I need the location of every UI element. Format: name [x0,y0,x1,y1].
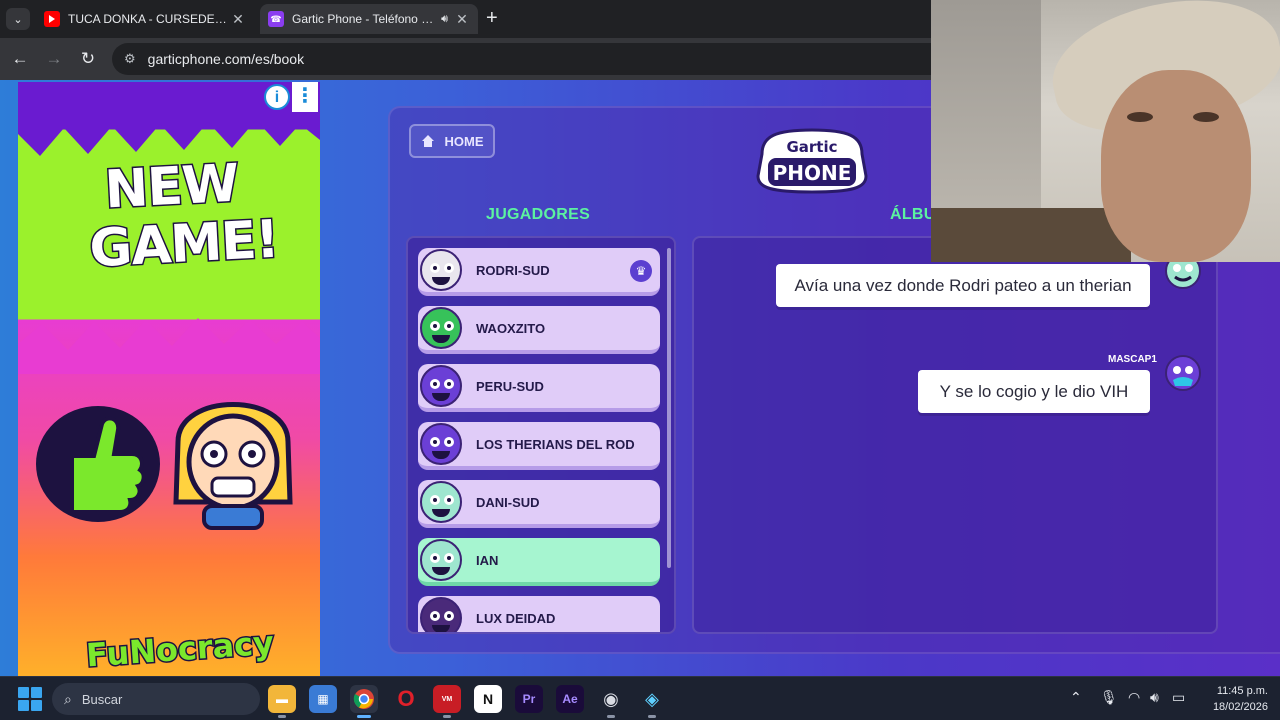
file-explorer-icon[interactable]: ▬ [268,685,296,718]
taskbar-search[interactable]: ⌕ Buscar [52,683,260,715]
premiere-pro-icon[interactable]: Pr [515,685,543,713]
webcam-eye [1127,112,1153,122]
webcam-eye [1193,112,1219,122]
ad-brand-logo: FuNocracy [83,622,276,676]
opera-icon[interactable]: O [392,685,420,713]
chrome-icon[interactable] [350,685,378,718]
close-tab-icon[interactable]: ✕ [230,11,246,28]
home-button[interactable]: HOME [409,124,495,158]
player-name: WAOXZITO [476,320,546,336]
ad-headline-line1: NEW [102,152,241,222]
battery-icon[interactable]: ▭ [1172,689,1185,706]
player-card-current[interactable]: IAN [418,538,660,586]
message-bubble: Avía una vez donde Rodri pateo a un ther… [776,264,1150,307]
taskbar-search-placeholder: Buscar [81,691,123,707]
player-card[interactable]: RODRI-SUD ♛ [418,248,660,296]
speaker-icon[interactable]: 🔊︎ [441,13,448,26]
home-icon [421,135,434,147]
address-bar[interactable]: ⚙ garticphone.com/es/book [112,43,952,75]
zigzag-decoration [18,106,320,156]
ad-headline: NEW GAME! [85,152,282,281]
wifi-icon[interactable]: ◠ [1128,689,1140,706]
player-card[interactable]: LOS THERIANS DEL ROD [418,422,660,470]
home-button-label: HOME [444,133,484,149]
volume-icon[interactable]: 🔊︎ [1150,689,1159,706]
notion-icon[interactable]: N [474,685,502,713]
ad-headline-line2: GAME! [87,208,282,281]
forward-arrow-icon[interactable]: → [43,48,65,70]
obs-icon[interactable]: ◉ [597,685,625,718]
player-name: PERU-SUD [476,378,544,394]
close-tab-icon[interactable]: ✕ [454,11,470,28]
clock-time: 11:45 p.m. [1216,685,1268,697]
microphone-icon[interactable]: 🎙︎ [1100,689,1118,706]
chevron-up-icon[interactable]: ⌃ [1070,689,1082,706]
system-clock[interactable]: 11:45 p.m. 18/02/2026 [1198,683,1268,715]
album-panel: Avía una vez donde Rodri pateo a un ther… [692,236,1218,634]
message-avatar-icon [1165,355,1201,391]
zigzag-decoration [18,314,320,374]
knight-avatar-icon [420,249,462,291]
after-effects-icon[interactable]: Ae [556,685,584,713]
voicemeeter-icon[interactable]: VM [433,685,461,718]
players-list[interactable]: RODRI-SUD ♛ WAOXZITO PERU-SUD LOS THERIA… [406,236,676,634]
thumbs-up-icon [36,406,160,522]
windows-start-icon[interactable] [18,687,42,711]
webcam-overlay [931,0,1280,262]
player-card[interactable]: DANI-SUD [418,480,660,528]
players-scrollbar[interactable] [667,248,671,568]
windows-taskbar: ⌕ Buscar ▬ ▦ O VM N Pr Ae ◉ ◈ ⌃ 🎙︎ ◠ 🔊︎ … [0,676,1280,720]
message-author: MASCAP1 [1108,354,1157,365]
player-avatar-icon [420,365,462,407]
tab-title: Gartic Phone - Teléfono De [292,12,436,26]
player-avatar-icon [420,423,462,465]
microsoft-store-icon[interactable]: ▦ [309,685,337,713]
app-icon[interactable]: ◈ [638,685,666,718]
player-name: LUX DEIDAD [476,610,556,626]
player-name: LOS THERIANS DEL ROD [476,436,635,452]
player-avatar-icon [420,597,462,632]
advertisement-banner[interactable]: i ⋮ NEW GAME! FuNocracy [18,82,320,676]
album-title: ÁLBU [890,206,936,223]
webcam-background [931,208,1131,262]
clock-date: 18/02/2026 [1212,701,1268,713]
gartic-phone-icon: ☎ [268,11,284,27]
webcam-face [1101,70,1251,262]
browser-tab-youtube[interactable]: TUCA DONKA - CURSEDEVIL, D ✕ [36,4,254,34]
chrome-logo-icon [353,689,374,709]
player-name: RODRI-SUD [476,262,550,278]
player-card[interactable]: WAOXZITO [418,306,660,354]
ad-options-icon[interactable]: ⋮ [292,82,318,112]
crown-icon: ♛ [630,260,652,282]
player-card[interactable]: PERU-SUD [418,364,660,412]
logo-bottom-text: PHONE [773,161,852,185]
players-title: JUGADORES [486,206,591,223]
search-icon: ⌕ [64,690,72,707]
back-arrow-icon[interactable]: ← [9,48,31,70]
tab-search-chevron-icon[interactable]: ⌄ [6,8,30,30]
ad-info-icon[interactable]: i [264,84,290,110]
player-avatar-icon [420,307,462,349]
player-card[interactable]: LUX DEIDAD [418,596,660,632]
tab-title: TUCA DONKA - CURSEDEVIL, D [68,12,230,26]
logo-top-text: Gartic [786,138,837,156]
player-name: DANI-SUD [476,494,540,510]
player-name: IAN [476,552,499,568]
cartoon-face-icon [173,402,293,530]
browser-tab-gartic[interactable]: ☎ Gartic Phone - Teléfono De 🔊︎ ✕ [260,4,478,34]
url-text: garticphone.com/es/book [147,51,305,67]
youtube-icon [44,11,60,27]
message-bubble: Y se lo cogio y le dio VIH [918,370,1150,413]
new-tab-button[interactable]: + [486,8,498,28]
reload-icon[interactable]: ↻ [77,48,99,70]
gartic-phone-logo: Gartic PHONE [756,128,868,194]
site-settings-icon[interactable]: ⚙ [124,51,136,67]
player-avatar-icon [420,539,462,581]
player-avatar-icon [420,481,462,523]
